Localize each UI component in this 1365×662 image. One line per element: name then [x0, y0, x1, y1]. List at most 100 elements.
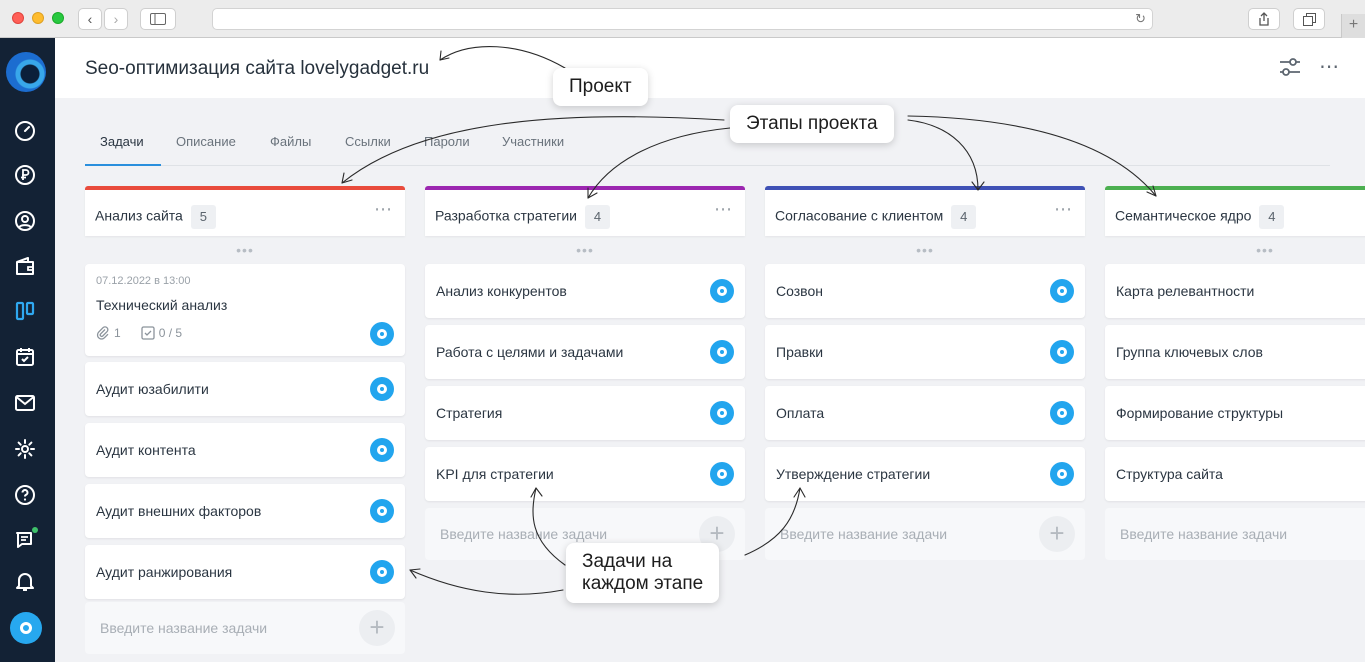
user-icon[interactable]	[12, 208, 38, 234]
stage-title: Анализ сайта	[95, 207, 183, 224]
stage-header[interactable]: Согласование с клиентом 4 ⋯	[765, 186, 1085, 236]
assignee-avatar[interactable]	[370, 438, 394, 462]
task-title: Аудит юзабилити	[96, 381, 209, 397]
task-card[interactable]: 07.12.2022 в 13:00 Технический анализ 1 …	[85, 264, 405, 356]
chat-icon[interactable]	[12, 527, 38, 553]
drag-handle-icon[interactable]: •••	[85, 242, 405, 258]
active-tab-indicator	[85, 164, 161, 166]
tab-description[interactable]: Описание	[176, 134, 236, 149]
filter-icon[interactable]	[1279, 57, 1301, 77]
more-icon[interactable]: ⋯	[1319, 54, 1340, 79]
assignee-avatar[interactable]	[710, 340, 734, 364]
task-card[interactable]: Группа ключевых слов	[1105, 325, 1365, 379]
task-meta: 1 0 / 5	[96, 326, 182, 340]
assignee-avatar[interactable]	[370, 560, 394, 584]
assignee-avatar[interactable]	[1050, 462, 1074, 486]
task-title: Работа с целями и задачами	[436, 344, 624, 360]
stage-header[interactable]: Анализ сайта 5 ⋯	[85, 186, 405, 236]
page-title: Seo-оптимизация сайта lovelygadget.ru	[85, 58, 430, 79]
more-icon[interactable]: ⋯	[1054, 199, 1073, 220]
new-task-input[interactable]: Введите название задачи +	[85, 602, 405, 654]
wallet-icon[interactable]	[12, 253, 38, 279]
help-icon[interactable]	[12, 482, 38, 508]
share-button[interactable]	[1248, 8, 1280, 30]
board-icon[interactable]	[12, 298, 38, 324]
forward-button[interactable]: ›	[104, 8, 128, 30]
share-icon	[1259, 12, 1269, 26]
close-window-button[interactable]	[12, 12, 24, 24]
maximize-window-button[interactable]	[52, 12, 64, 24]
paperclip-icon	[96, 326, 109, 340]
drag-handle-icon[interactable]: •••	[765, 242, 1085, 258]
task-title: Анализ конкурентов	[436, 283, 567, 299]
tab-links[interactable]: Ссылки	[345, 134, 391, 149]
task-card[interactable]: Карта релевантности	[1105, 264, 1365, 318]
bell-icon[interactable]	[12, 568, 38, 594]
tab-tasks[interactable]: Задачи	[100, 134, 144, 149]
task-card[interactable]: Аудит юзабилити	[85, 362, 405, 416]
tabs-overview-button[interactable]	[1293, 8, 1325, 30]
tab-files[interactable]: Файлы	[270, 134, 311, 149]
gear-icon[interactable]	[12, 436, 38, 462]
assignee-avatar[interactable]	[1050, 279, 1074, 303]
project-tabs: Задачи Описание Файлы Ссылки Пароли Учас…	[85, 116, 1330, 166]
more-icon[interactable]: ⋯	[714, 199, 733, 220]
project-header: Seo-оптимизация сайта lovelygadget.ru ⋯	[55, 38, 1365, 98]
task-card[interactable]: KPI для стратегии	[425, 447, 745, 501]
task-count-badge: 4	[1259, 205, 1285, 229]
assignee-avatar[interactable]	[370, 499, 394, 523]
gauge-icon[interactable]	[12, 118, 38, 144]
task-card[interactable]: Формирование структуры	[1105, 386, 1365, 440]
stage-header[interactable]: Разработка стратегии 4 ⋯	[425, 186, 745, 236]
assignee-avatar[interactable]	[710, 401, 734, 425]
current-user-avatar[interactable]	[10, 612, 42, 644]
task-card[interactable]: Аудит контента	[85, 423, 405, 477]
assignee-avatar[interactable]	[370, 322, 394, 346]
minimize-window-button[interactable]	[32, 12, 44, 24]
task-card[interactable]: Работа с целями и задачами	[425, 325, 745, 379]
assignee-avatar[interactable]	[710, 279, 734, 303]
unread-indicator	[32, 527, 38, 533]
task-card[interactable]: Оплата	[765, 386, 1085, 440]
task-count-badge: 4	[951, 205, 977, 229]
task-card[interactable]: Стратегия	[425, 386, 745, 440]
tab-passwords[interactable]: Пароли	[424, 134, 470, 149]
stage-title: Семантическое ядро	[1115, 207, 1252, 224]
stage-header[interactable]: Семантическое ядро 4	[1105, 186, 1365, 236]
task-card[interactable]: Аудит внешних факторов	[85, 484, 405, 538]
assignee-avatar[interactable]	[1050, 340, 1074, 364]
task-card[interactable]: Правки	[765, 325, 1085, 379]
assignee-avatar[interactable]	[710, 462, 734, 486]
chevron-right-icon: ›	[113, 11, 119, 27]
task-card[interactable]: Структура сайта	[1105, 447, 1365, 501]
tab-members[interactable]: Участники	[502, 134, 564, 149]
drag-handle-icon[interactable]: •••	[1105, 242, 1365, 258]
more-icon[interactable]: ⋯	[374, 199, 393, 220]
task-title: Созвон	[776, 283, 823, 299]
address-bar[interactable]: ↻	[212, 8, 1153, 30]
sidebar-icon	[150, 13, 166, 25]
annotation-project: Проект	[553, 68, 648, 106]
app-logo[interactable]	[6, 52, 46, 92]
task-card[interactable]: Аудит ранжирования	[85, 545, 405, 599]
reload-icon[interactable]: ↻	[1135, 11, 1146, 27]
task-card[interactable]: Созвон	[765, 264, 1085, 318]
back-button[interactable]: ‹	[78, 8, 102, 30]
task-title: Правки	[776, 344, 824, 360]
mail-icon[interactable]	[12, 390, 38, 416]
add-task-button[interactable]: +	[359, 610, 395, 646]
add-task-button[interactable]: +	[1039, 516, 1075, 552]
task-card[interactable]: Анализ конкурентов	[425, 264, 745, 318]
stage-title: Согласование с клиентом	[775, 207, 944, 224]
calendar-icon[interactable]	[12, 344, 38, 370]
sidebar-toggle-button[interactable]	[140, 8, 176, 30]
ruble-icon[interactable]	[12, 162, 38, 188]
assignee-avatar[interactable]	[370, 377, 394, 401]
drag-handle-icon[interactable]: •••	[425, 242, 745, 258]
new-tab-button[interactable]: +	[1341, 14, 1365, 38]
new-task-input[interactable]: Введите название задачи +	[765, 508, 1085, 560]
assignee-avatar[interactable]	[1050, 401, 1074, 425]
task-card[interactable]: Утверждение стратегии	[765, 447, 1085, 501]
annotation-tasks: Задачи на каждом этапе	[566, 543, 720, 603]
new-task-input[interactable]: Введите название задачи	[1105, 508, 1365, 560]
